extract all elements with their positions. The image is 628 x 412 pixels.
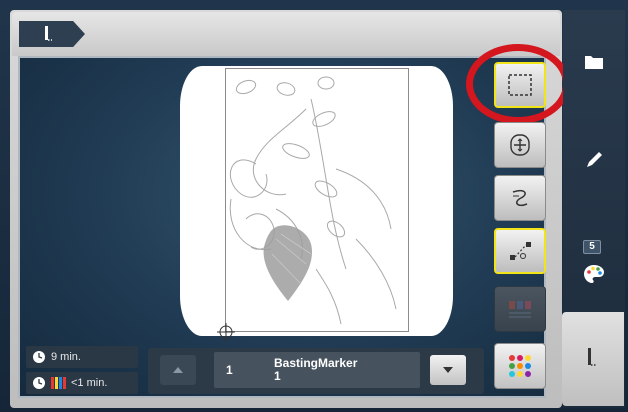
hoop-center-marker bbox=[217, 323, 235, 341]
color-blocks-button bbox=[494, 286, 546, 332]
color-blocks-icon bbox=[509, 301, 531, 318]
color-sequence-button[interactable] bbox=[494, 343, 546, 389]
palette-icon bbox=[584, 265, 604, 283]
color-time: <1 min. bbox=[71, 377, 108, 389]
design-subname: 1 bbox=[274, 369, 281, 383]
move-hoop-button[interactable] bbox=[494, 122, 546, 168]
pencil-icon bbox=[587, 152, 602, 167]
design-index: 1 bbox=[226, 363, 233, 377]
color-time-box: <1 min. bbox=[26, 372, 138, 394]
color-bars-icon bbox=[51, 377, 66, 389]
stitch-mode-tab[interactable] bbox=[562, 312, 624, 406]
top-bar bbox=[12, 12, 560, 56]
clock-icon bbox=[33, 351, 45, 363]
clock-icon bbox=[33, 377, 45, 389]
needle-icon bbox=[45, 26, 52, 41]
design-name-display: 1 BastingMarker 1 bbox=[214, 352, 420, 388]
total-time-box: 9 min. bbox=[26, 346, 138, 368]
previous-design-button[interactable] bbox=[160, 355, 196, 385]
color-count-badge: 5 bbox=[583, 240, 601, 254]
total-time: 9 min. bbox=[51, 351, 81, 363]
design-name: BastingMarker bbox=[274, 356, 358, 370]
folder-icon bbox=[585, 56, 603, 69]
mode-tab[interactable] bbox=[19, 21, 85, 47]
highlight-circle bbox=[466, 44, 570, 124]
color-dots-icon bbox=[509, 355, 531, 377]
stitch-path-icon bbox=[512, 189, 528, 207]
edit-button[interactable] bbox=[576, 142, 612, 178]
embroidery-design bbox=[229, 76, 397, 325]
cut-connect-icon bbox=[510, 242, 531, 260]
folder-button[interactable] bbox=[576, 44, 612, 80]
move-arrows-icon bbox=[510, 134, 530, 156]
stitch-path-button[interactable] bbox=[494, 175, 546, 221]
arrow-up-icon bbox=[173, 367, 183, 373]
arrow-down-icon bbox=[443, 367, 453, 373]
palette-button[interactable] bbox=[576, 256, 612, 292]
next-design-button[interactable] bbox=[430, 355, 466, 385]
needle-icon bbox=[588, 348, 597, 366]
cut-connect-button[interactable] bbox=[494, 228, 546, 274]
